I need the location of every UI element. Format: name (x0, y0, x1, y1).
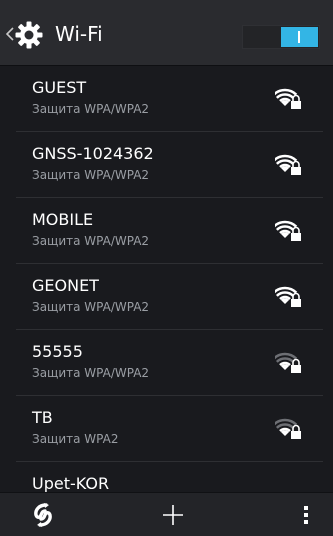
network-ssid: GEONET (32, 276, 99, 295)
network-ssid: TB (32, 408, 53, 427)
plus-icon[interactable] (161, 503, 185, 527)
wifi-toggle-thumb (281, 27, 318, 47)
network-security: Защита WPA/WPA2 (32, 366, 150, 380)
network-row[interactable]: GEONET Защита WPA/WPA2 (0, 264, 333, 330)
overflow-menu-icon[interactable] (298, 503, 314, 527)
network-row[interactable]: GUEST Защита WPA/WPA2 (0, 66, 333, 132)
page-title: Wi-Fi (55, 22, 103, 46)
wifi-toggle-switch[interactable] (242, 25, 320, 49)
bottom-action-bar (0, 492, 333, 536)
network-security: Защита WPA/WPA2 (32, 300, 150, 314)
network-security: Защита WPA2 (32, 432, 119, 446)
network-row[interactable]: TB Защита WPA2 (0, 396, 333, 462)
network-ssid: 55555 (32, 342, 83, 361)
network-security: Защита WPA/WPA2 (32, 234, 150, 248)
network-row[interactable]: Upet-KOR (0, 462, 333, 492)
network-ssid: Upet-KOR (32, 474, 110, 492)
network-security: Защита WPA/WPA2 (32, 168, 150, 182)
action-bar: Wi-Fi (0, 0, 333, 66)
network-row[interactable]: 55555 Защита WPA/WPA2 (0, 330, 333, 396)
network-ssid: GUEST (32, 78, 87, 97)
wifi-settings-screen: Wi-Fi GUEST Защита WPA/WPA2 GNSS-1024362 За… (0, 0, 333, 536)
network-security: Защита WPA/WPA2 (32, 102, 150, 116)
network-list[interactable]: GUEST Защита WPA/WPA2 GNSS-1024362 Защита W… (0, 66, 333, 492)
wifi-lock-medium-icon (275, 352, 301, 373)
network-ssid: MOBILE (32, 210, 94, 229)
wifi-lock-full-icon (275, 286, 301, 307)
wifi-lock-full-icon (275, 88, 301, 109)
wifi-lock-medium-icon (275, 418, 301, 439)
wifi-lock-full-icon (275, 154, 301, 175)
wps-icon[interactable] (30, 502, 56, 528)
network-row[interactable]: MOBILE Защита WPA/WPA2 (0, 198, 333, 264)
settings-gear-icon[interactable] (15, 21, 43, 49)
wifi-lock-full-icon (275, 220, 301, 241)
network-row[interactable]: GNSS-1024362 Защита WPA/WPA2 (0, 132, 333, 198)
network-ssid: GNSS-1024362 (32, 144, 154, 163)
chevron-left-icon[interactable] (6, 27, 14, 41)
